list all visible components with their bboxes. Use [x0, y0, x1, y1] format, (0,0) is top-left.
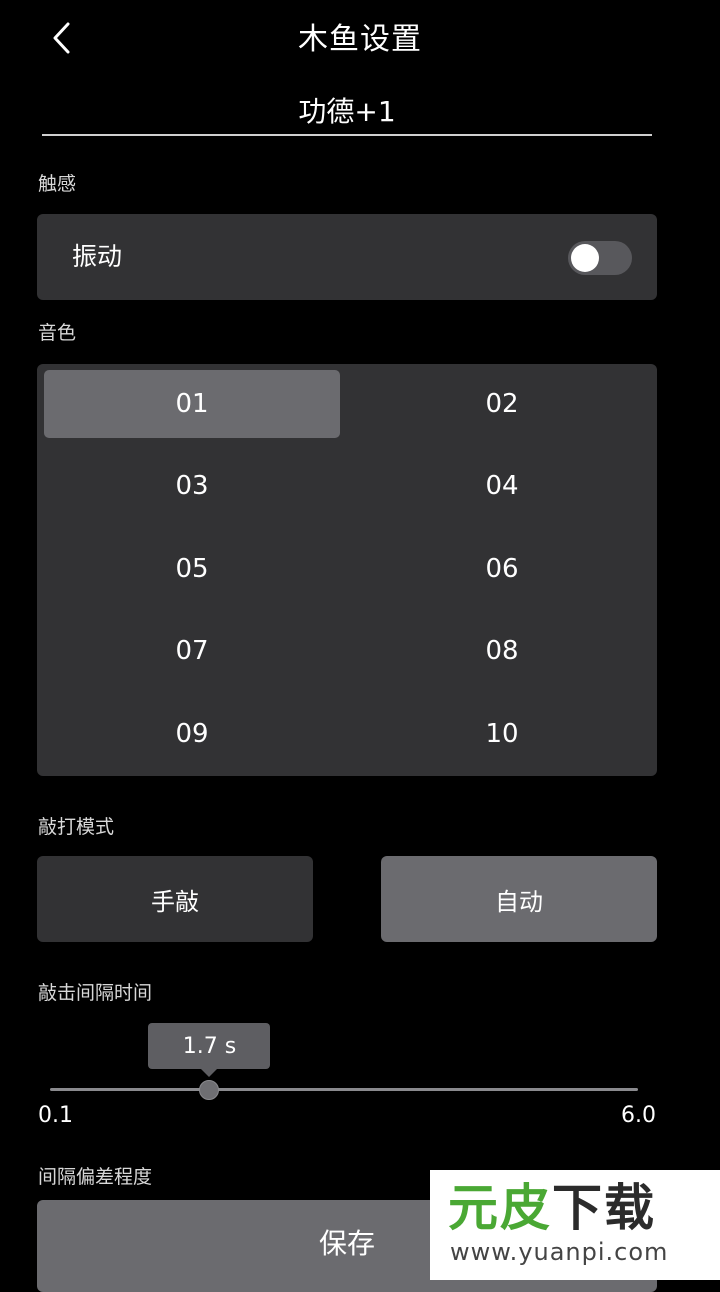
tone-option-05[interactable]: 05 — [44, 535, 340, 603]
haptics-section-label: 触感 — [38, 173, 77, 195]
interval-section-label: 敲击间隔时间 — [38, 982, 153, 1004]
slider-min-label: 0.1 — [38, 1103, 73, 1128]
deviation-section-label: 间隔偏差程度 — [38, 1166, 153, 1188]
tone-option-02[interactable]: 02 — [354, 370, 650, 438]
toggle-knob — [571, 244, 599, 272]
interval-slider-thumb[interactable] — [199, 1080, 220, 1100]
tone-option-06[interactable]: 06 — [354, 535, 650, 603]
vibration-toggle[interactable] — [568, 241, 632, 275]
tone-option-08[interactable]: 08 — [354, 617, 650, 685]
vibration-label: 振动 — [72, 242, 123, 271]
watermark-url: www.yuanpi.com — [450, 1238, 669, 1266]
interval-value-tooltip: 1.7 s — [148, 1023, 271, 1069]
interval-slider-track[interactable] — [50, 1088, 638, 1091]
tap-mode-section-label: 敲打模式 — [38, 816, 115, 838]
merit-text-input[interactable] — [42, 86, 652, 134]
manual-mode-button[interactable]: 手敲 — [37, 856, 313, 942]
slider-max-label: 6.0 — [621, 1103, 656, 1128]
vibration-row — [37, 214, 657, 300]
watermark: 元皮下载 www.yuanpi.com — [430, 1170, 720, 1280]
tone-option-09[interactable]: 09 — [44, 700, 340, 768]
tooltip-arrow — [200, 1068, 219, 1077]
tone-grid: 01 02 03 04 05 06 07 08 09 10 — [37, 364, 657, 776]
auto-mode-button[interactable]: 自动 — [381, 856, 657, 942]
tone-option-01[interactable]: 01 — [44, 370, 340, 438]
tone-section-label: 音色 — [38, 322, 77, 344]
watermark-logo: 元皮下载 — [448, 1179, 656, 1237]
merit-text-field — [42, 86, 652, 136]
tone-option-03[interactable]: 03 — [44, 452, 340, 520]
tone-option-07[interactable]: 07 — [44, 617, 340, 685]
tone-option-10[interactable]: 10 — [354, 700, 650, 768]
page-title: 木鱼设置 — [298, 22, 422, 57]
tone-option-04[interactable]: 04 — [354, 452, 650, 520]
